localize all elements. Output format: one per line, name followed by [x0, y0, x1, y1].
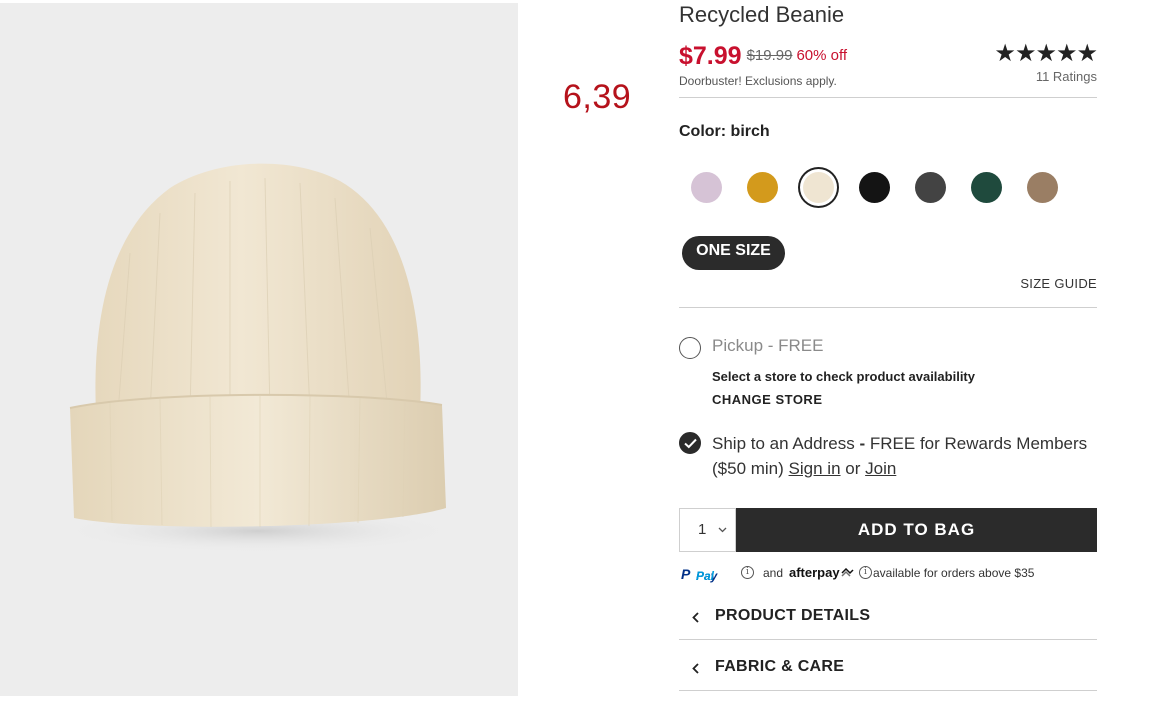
- accordion-fabric-care[interactable]: FABRIC & CARE: [679, 646, 1097, 686]
- accordion-label: FABRIC & CARE: [715, 658, 845, 675]
- info-icon[interactable]: i: [859, 566, 872, 579]
- join-link[interactable]: Join: [865, 459, 896, 478]
- original-price: $19.99: [746, 47, 793, 64]
- pickup-label: Pickup: [712, 336, 764, 355]
- payment-options: P Pay Pal i and afterpay i available for …: [679, 563, 1097, 583]
- color-swatch-lavender[interactable]: [691, 172, 722, 203]
- quantity-value: 1: [698, 521, 707, 538]
- color-swatch-green[interactable]: [971, 172, 1002, 203]
- or-text: or: [845, 459, 861, 478]
- chevron-down-icon: [718, 527, 727, 533]
- overlay-price: 6,39: [563, 78, 632, 116]
- promo-note: Doorbuster! Exclusions apply.: [679, 74, 837, 88]
- check-icon: [684, 438, 697, 449]
- ratings-count[interactable]: 11 Ratings: [1036, 69, 1097, 84]
- pickup-price: FREE: [778, 336, 824, 355]
- pickup-option[interactable]: Pickup - FREE: [712, 336, 823, 356]
- paypal-logo: P: [681, 566, 691, 582]
- divider: [679, 97, 1097, 98]
- product-page: 6,39 Recycled Beanie $7.99 $19.99 60% off …: [0, 0, 1163, 704]
- quantity-select[interactable]: 1: [679, 508, 736, 552]
- price-row: $7.99 $19.99 60% off: [679, 42, 847, 71]
- beanie-illustration: [58, 163, 458, 553]
- accordion-product-details[interactable]: PRODUCT DETAILS: [679, 595, 1097, 635]
- divider: [679, 639, 1097, 640]
- star-rating[interactable]: ★★★★★: [994, 41, 1098, 67]
- afterpay-logo: afterpay: [789, 565, 840, 580]
- color-swatch-birch[interactable]: [803, 172, 834, 203]
- ship-price: FREE: [869, 434, 916, 453]
- discount-label: 60% off: [796, 47, 848, 64]
- color-label: Color: birch: [679, 123, 770, 140]
- sign-in-link[interactable]: Sign in: [789, 459, 841, 478]
- divider: [679, 307, 1097, 308]
- change-store-link[interactable]: CHANGE STORE: [712, 392, 823, 407]
- product-title: Recycled Beanie: [679, 2, 845, 27]
- size-guide-link[interactable]: SIZE GUIDE: [1020, 276, 1097, 291]
- product-image[interactable]: [0, 3, 518, 696]
- ship-radio[interactable]: [679, 432, 701, 454]
- color-swatches: [691, 172, 1091, 212]
- divider: [679, 690, 1097, 691]
- store-check-text: Select a store to check product availabi…: [712, 369, 975, 384]
- paypal-pal: Pal: [696, 569, 715, 583]
- chevron-left-icon: [692, 612, 699, 623]
- ship-option[interactable]: Ship to an Address - FREE for Rewards Me…: [712, 431, 1092, 481]
- color-swatch-charcoal[interactable]: [915, 172, 946, 203]
- color-swatch-mustard[interactable]: [747, 172, 778, 203]
- and-text: and: [763, 566, 784, 580]
- info-icon[interactable]: i: [741, 566, 754, 579]
- availability-text: available for orders above $35: [873, 566, 1035, 580]
- color-swatch-brown[interactable]: [1027, 172, 1058, 203]
- size-one-size-button[interactable]: ONE SIZE: [682, 236, 785, 270]
- color-swatch-black[interactable]: [859, 172, 890, 203]
- pickup-radio[interactable]: [679, 337, 701, 359]
- current-price: $7.99: [679, 42, 742, 70]
- add-to-bag-button[interactable]: ADD TO BAG: [736, 508, 1097, 552]
- chevron-left-icon: [692, 663, 699, 674]
- ship-label: Ship to an Address: [712, 434, 855, 453]
- accordion-label: PRODUCT DETAILS: [715, 607, 871, 624]
- afterpay-arrows-icon: [841, 568, 854, 577]
